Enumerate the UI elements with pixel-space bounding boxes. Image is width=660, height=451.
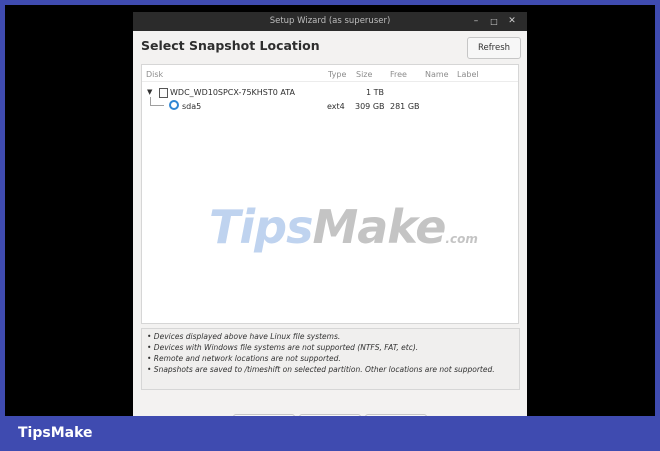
minimize-icon[interactable]: – bbox=[469, 12, 483, 31]
close-icon[interactable]: ✕ bbox=[505, 12, 519, 31]
tree-connector bbox=[150, 105, 164, 106]
column-header-size[interactable]: Size bbox=[356, 70, 372, 79]
disk-tree[interactable]: Disk Type Size Free Name Label ▼ WDC_WD1… bbox=[141, 64, 519, 324]
next-button[interactable] bbox=[299, 414, 361, 416]
disk-size: 1 TB bbox=[366, 88, 385, 97]
page-title: Select Snapshot Location bbox=[141, 38, 320, 53]
maximize-icon[interactable]: □ bbox=[487, 12, 501, 31]
note-item: • Devices with Windows file systems are … bbox=[147, 343, 419, 352]
notes-panel: • Devices displayed above have Linux fil… bbox=[141, 328, 520, 390]
previous-button[interactable] bbox=[233, 414, 295, 416]
expander-arrow-icon[interactable]: ▼ bbox=[147, 88, 152, 96]
partition-name: sda5 bbox=[182, 102, 202, 111]
column-header-label[interactable]: Label bbox=[457, 70, 479, 79]
watermark-logo: TipsMake.com bbox=[209, 200, 478, 254]
refresh-button[interactable]: Refresh bbox=[467, 37, 521, 59]
partition-radio[interactable] bbox=[169, 100, 179, 110]
note-item: • Remote and network locations are not s… bbox=[147, 354, 341, 363]
column-header-free[interactable]: Free bbox=[390, 70, 407, 79]
disk-name: WDC_WD10SPCX-75KHST0 ATA bbox=[170, 88, 295, 97]
disk-icon bbox=[159, 88, 168, 98]
tree-connector bbox=[150, 97, 151, 105]
partition-free: 281 GB bbox=[390, 102, 420, 111]
partition-size: 309 GB bbox=[355, 102, 385, 111]
header-divider bbox=[142, 81, 518, 82]
note-item: • Snapshots are saved to /timeshift on s… bbox=[147, 365, 495, 374]
window-titlebar: Setup Wizard (as superuser) – □ ✕ bbox=[133, 12, 527, 31]
window-title: Setup Wizard (as superuser) bbox=[269, 16, 391, 26]
column-header-disk[interactable]: Disk bbox=[146, 70, 163, 79]
brand-logo: TipsMake bbox=[18, 425, 93, 441]
column-header-name[interactable]: Name bbox=[425, 70, 449, 79]
finish-button[interactable] bbox=[365, 414, 427, 416]
column-header-type[interactable]: Type bbox=[328, 70, 346, 79]
note-item: • Devices displayed above have Linux fil… bbox=[147, 332, 341, 341]
screenshot-area: Setup Wizard (as superuser) – □ ✕ Select… bbox=[5, 5, 655, 416]
partition-type: ext4 bbox=[327, 102, 345, 111]
